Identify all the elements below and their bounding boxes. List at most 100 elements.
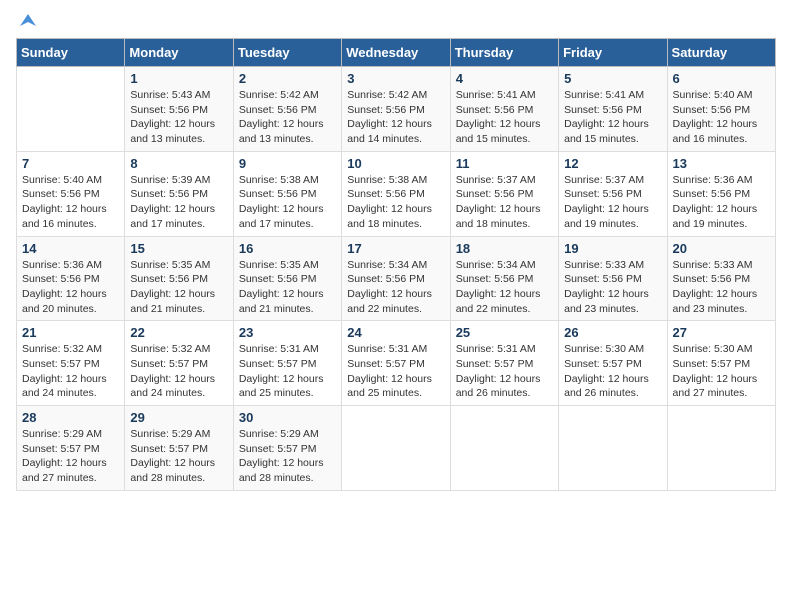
day-number: 8 [130,156,227,171]
day-number: 16 [239,241,336,256]
calendar-cell: 3Sunrise: 5:42 AM Sunset: 5:56 PM Daylig… [342,67,450,152]
calendar-cell: 12Sunrise: 5:37 AM Sunset: 5:56 PM Dayli… [559,151,667,236]
week-row-5: 28 Sunrise: 5:29 AM Sunset: 5:57 PM Dayli… [17,406,776,491]
day-info: Sunrise: 5:42 AM Sunset: 5:56 PM Dayligh… [347,88,444,147]
day-info: Sunrise: 5:35 AM Sunset: 5:56 PM Dayligh… [130,258,227,317]
calendar-cell [559,406,667,491]
day-number: 4 [456,71,553,86]
day-number: 17 [347,241,444,256]
day-number: 2 [239,71,336,86]
calendar-cell [17,67,125,152]
day-number: 6 [673,71,770,86]
day-info: Sunrise: 5:33 AM Sunset: 5:56 PM Dayligh… [673,258,770,317]
week-row-2: 7Sunrise: 5:40 AM Sunset: 5:56 PM Daylig… [17,151,776,236]
day-number: 30 [239,410,336,425]
day-info: Sunrise: 5:42 AM Sunset: 5:56 PM Dayligh… [239,88,336,147]
calendar-table: SundayMondayTuesdayWednesdayThursdayFrid… [16,38,776,491]
day-number: 24 [347,325,444,340]
day-number: 1 [130,71,227,86]
calendar-cell: 5 Sunrise: 5:41 AM Sunset: 5:56 PM Daylig… [559,67,667,152]
calendar-cell: 13 Sunrise: 5:36 AM Sunset: 5:56 PM Dayli… [667,151,775,236]
week-row-1: 1 Sunrise: 5:43 AM Sunset: 5:56 PM Daylig… [17,67,776,152]
page-header [16,16,776,30]
calendar-cell [450,406,558,491]
col-header-tuesday: Tuesday [233,39,341,67]
day-info: Sunrise: 5:29 AM Sunset: 5:57 PM Dayligh… [239,427,336,486]
calendar-cell [342,406,450,491]
day-info: Sunrise: 5:30 AM Sunset: 5:57 PM Dayligh… [564,342,661,401]
calendar-cell: 27 Sunrise: 5:30 AM Sunset: 5:57 PM Dayli… [667,321,775,406]
calendar-cell: 21 Sunrise: 5:32 AM Sunset: 5:57 PM Dayli… [17,321,125,406]
calendar-cell: 4 Sunrise: 5:41 AM Sunset: 5:56 PM Daylig… [450,67,558,152]
day-info: Sunrise: 5:35 AM Sunset: 5:56 PM Dayligh… [239,258,336,317]
day-info: Sunrise: 5:31 AM Sunset: 5:57 PM Dayligh… [347,342,444,401]
day-info: Sunrise: 5:31 AM Sunset: 5:57 PM Dayligh… [239,342,336,401]
day-number: 20 [673,241,770,256]
week-row-3: 14 Sunrise: 5:36 AM Sunset: 5:56 PM Dayli… [17,236,776,321]
day-info: Sunrise: 5:31 AM Sunset: 5:57 PM Dayligh… [456,342,553,401]
day-number: 22 [130,325,227,340]
day-number: 21 [22,325,119,340]
day-info: Sunrise: 5:30 AM Sunset: 5:57 PM Dayligh… [673,342,770,401]
col-header-wednesday: Wednesday [342,39,450,67]
calendar-cell: 1 Sunrise: 5:43 AM Sunset: 5:56 PM Daylig… [125,67,233,152]
day-info: Sunrise: 5:36 AM Sunset: 5:56 PM Dayligh… [22,258,119,317]
calendar-cell: 20 Sunrise: 5:33 AM Sunset: 5:56 PM Dayli… [667,236,775,321]
calendar-header-row: SundayMondayTuesdayWednesdayThursdayFrid… [17,39,776,67]
day-info: Sunrise: 5:29 AM Sunset: 5:57 PM Dayligh… [22,427,119,486]
day-info: Sunrise: 5:39 AM Sunset: 5:56 PM Dayligh… [130,173,227,232]
day-info: Sunrise: 5:41 AM Sunset: 5:56 PM Dayligh… [564,88,661,147]
day-info: Sunrise: 5:38 AM Sunset: 5:56 PM Dayligh… [239,173,336,232]
col-header-saturday: Saturday [667,39,775,67]
day-number: 19 [564,241,661,256]
col-header-thursday: Thursday [450,39,558,67]
day-info: Sunrise: 5:32 AM Sunset: 5:57 PM Dayligh… [22,342,119,401]
calendar-cell: 17 Sunrise: 5:34 AM Sunset: 5:56 PM Dayli… [342,236,450,321]
logo-bird-icon [18,12,38,32]
calendar-cell: 18 Sunrise: 5:34 AM Sunset: 5:56 PM Dayli… [450,236,558,321]
calendar-cell: 25 Sunrise: 5:31 AM Sunset: 5:57 PM Dayli… [450,321,558,406]
col-header-sunday: Sunday [17,39,125,67]
day-number: 28 [22,410,119,425]
day-number: 13 [673,156,770,171]
calendar-cell: 29 Sunrise: 5:29 AM Sunset: 5:57 PM Dayli… [125,406,233,491]
day-info: Sunrise: 5:34 AM Sunset: 5:56 PM Dayligh… [456,258,553,317]
day-info: Sunrise: 5:32 AM Sunset: 5:57 PM Dayligh… [130,342,227,401]
day-number: 18 [456,241,553,256]
calendar-cell: 15 Sunrise: 5:35 AM Sunset: 5:56 PM Dayli… [125,236,233,321]
calendar-cell: 23 Sunrise: 5:31 AM Sunset: 5:57 PM Dayli… [233,321,341,406]
day-info: Sunrise: 5:29 AM Sunset: 5:57 PM Dayligh… [130,427,227,486]
day-info: Sunrise: 5:41 AM Sunset: 5:56 PM Dayligh… [456,88,553,147]
calendar-cell: 24 Sunrise: 5:31 AM Sunset: 5:57 PM Dayli… [342,321,450,406]
calendar-cell: 6Sunrise: 5:40 AM Sunset: 5:56 PM Daylig… [667,67,775,152]
day-number: 10 [347,156,444,171]
calendar-cell: 16 Sunrise: 5:35 AM Sunset: 5:56 PM Dayli… [233,236,341,321]
day-number: 12 [564,156,661,171]
day-number: 15 [130,241,227,256]
calendar-cell: 11Sunrise: 5:37 AM Sunset: 5:56 PM Dayli… [450,151,558,236]
calendar-cell: 8 Sunrise: 5:39 AM Sunset: 5:56 PM Daylig… [125,151,233,236]
day-number: 27 [673,325,770,340]
day-number: 25 [456,325,553,340]
logo [16,16,38,30]
day-info: Sunrise: 5:38 AM Sunset: 5:56 PM Dayligh… [347,173,444,232]
day-number: 29 [130,410,227,425]
calendar-cell: 2 Sunrise: 5:42 AM Sunset: 5:56 PM Daylig… [233,67,341,152]
day-info: Sunrise: 5:34 AM Sunset: 5:56 PM Dayligh… [347,258,444,317]
day-number: 7 [22,156,119,171]
calendar-cell: 10 Sunrise: 5:38 AM Sunset: 5:56 PM Dayli… [342,151,450,236]
day-info: Sunrise: 5:33 AM Sunset: 5:56 PM Dayligh… [564,258,661,317]
day-number: 9 [239,156,336,171]
day-number: 5 [564,71,661,86]
calendar-cell: 28 Sunrise: 5:29 AM Sunset: 5:57 PM Dayli… [17,406,125,491]
calendar-cell: 9 Sunrise: 5:38 AM Sunset: 5:56 PM Daylig… [233,151,341,236]
day-info: Sunrise: 5:43 AM Sunset: 5:56 PM Dayligh… [130,88,227,147]
day-info: Sunrise: 5:36 AM Sunset: 5:56 PM Dayligh… [673,173,770,232]
calendar-cell: 19 Sunrise: 5:33 AM Sunset: 5:56 PM Dayli… [559,236,667,321]
day-number: 23 [239,325,336,340]
day-number: 14 [22,241,119,256]
calendar-cell: 30 Sunrise: 5:29 AM Sunset: 5:57 PM Dayli… [233,406,341,491]
day-number: 11 [456,156,553,171]
day-number: 26 [564,325,661,340]
col-header-monday: Monday [125,39,233,67]
